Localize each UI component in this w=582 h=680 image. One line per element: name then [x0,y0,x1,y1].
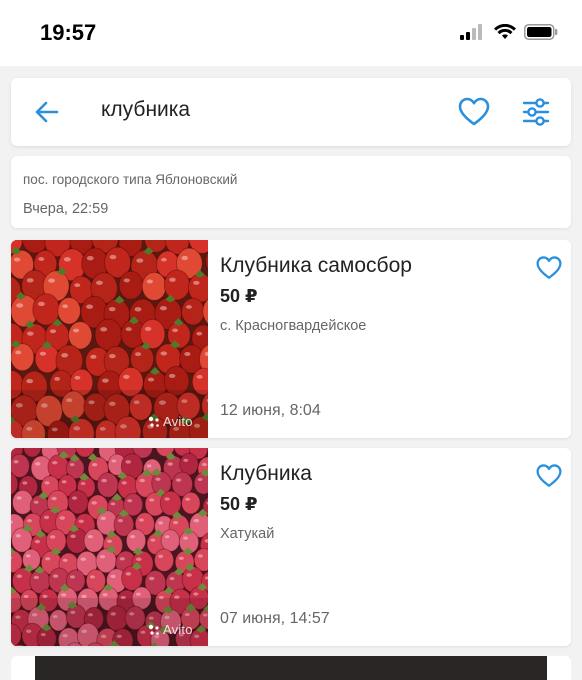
listing-photo[interactable]: Avito [11,240,208,438]
info-date: Вчера, 22:59 [23,201,109,217]
strawberry [159,490,182,517]
back-button[interactable] [33,98,61,126]
listing-title: Клубника [220,462,312,485]
listing-place: Хатукай [220,526,275,542]
strawberry [67,489,89,515]
strawberry [160,529,181,552]
status-icons [460,24,558,40]
search-header: клубника [11,78,571,146]
strawberry [12,489,34,515]
filter-button[interactable] [521,96,551,128]
strawberry [96,472,119,498]
avito-logo-icon [148,416,160,428]
strawberry [57,297,81,325]
battery-icon [524,24,558,40]
watermark: Avito [148,414,193,429]
strawberry [163,269,191,301]
heart-icon [536,464,562,487]
filter-icon [522,98,550,126]
listing-photo[interactable]: Avito [11,448,208,646]
listing-photo[interactable] [35,656,547,680]
strawberry [83,528,105,553]
strawberry [181,491,201,515]
avito-logo-icon [148,624,160,636]
listing-title: Клубника самосбор [220,254,412,277]
search-query[interactable]: клубника [101,98,190,122]
heart-icon [536,256,562,279]
listing-place: с. Красногвардейское [220,318,367,334]
listing-date: 12 июня, 8:04 [220,402,321,419]
location-info-card[interactable]: пос. городского типа Яблоновский Вчера, … [11,156,571,228]
watermark-text: Avito [163,622,193,637]
watermark-text: Avito [163,414,193,429]
status-time: 19:57 [40,20,97,45]
listing-price: 50 ₽ [220,286,258,306]
strawberry [154,548,175,573]
status-bar: 19:57 [0,0,582,66]
favorite-button[interactable] [535,463,563,489]
strawberry [141,271,167,301]
location-text: пос. городского типа Яблоновский [23,172,238,187]
wifi-icon [494,24,516,39]
strawberry [181,297,205,326]
listing-card[interactable]: Avito Клубника 50 ₽ Хатукай 07 июня, 14:… [11,448,571,646]
strawberry [125,528,147,553]
strawberry [94,318,123,352]
save-search-button[interactable] [457,96,491,128]
signal-icon [460,24,482,40]
listing-date: 07 июня, 14:57 [220,610,330,627]
back-arrow-icon [35,101,59,123]
favorite-button[interactable] [535,255,563,281]
listing-card[interactable]: Avito Клубника самосбор 50 ₽ с. Красногв… [11,240,571,438]
listing-price: 50 ₽ [220,494,258,514]
listing-card-partial[interactable] [11,656,571,680]
watermark: Avito [148,622,193,637]
heart-icon [458,97,490,126]
strawberry [118,270,144,300]
